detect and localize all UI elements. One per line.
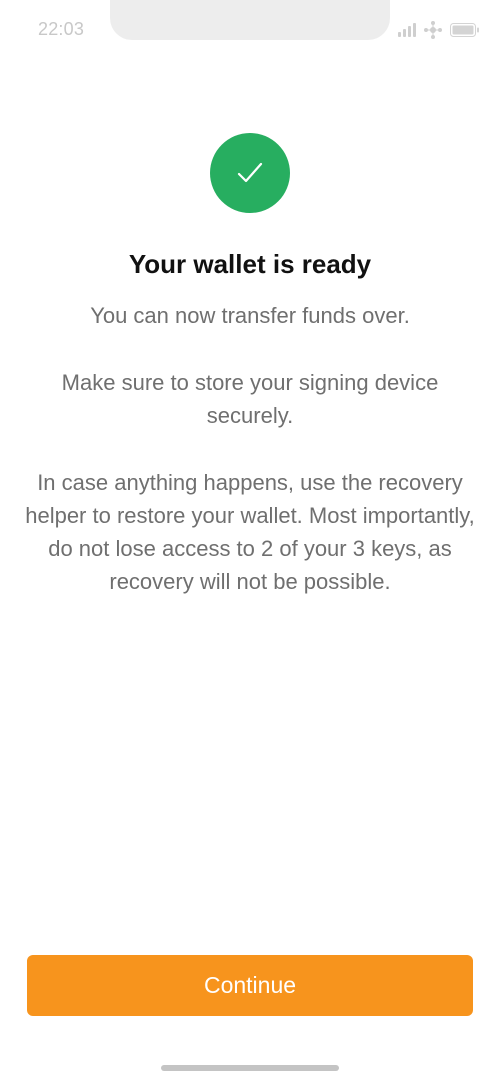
checkmark-icon bbox=[237, 162, 263, 183]
wifi-icon bbox=[424, 21, 442, 39]
home-indicator bbox=[161, 1065, 339, 1071]
success-badge bbox=[210, 133, 290, 213]
store-device-message: Make sure to store your signing device s… bbox=[61, 370, 439, 428]
page-title: Your wallet is ready bbox=[128, 249, 372, 279]
status-time: 22:03 bbox=[38, 19, 85, 39]
signal-icon bbox=[398, 23, 416, 37]
status-icons bbox=[398, 21, 480, 39]
battery-icon bbox=[450, 23, 480, 37]
continue-button[interactable]: Continue bbox=[27, 955, 473, 1016]
device-notch bbox=[110, 0, 390, 40]
recovery-message: In case anything happens, use the recove… bbox=[25, 470, 475, 594]
status-bar: 22:03 bbox=[0, 0, 500, 44]
transfer-message: You can now transfer funds over. bbox=[90, 303, 410, 328]
